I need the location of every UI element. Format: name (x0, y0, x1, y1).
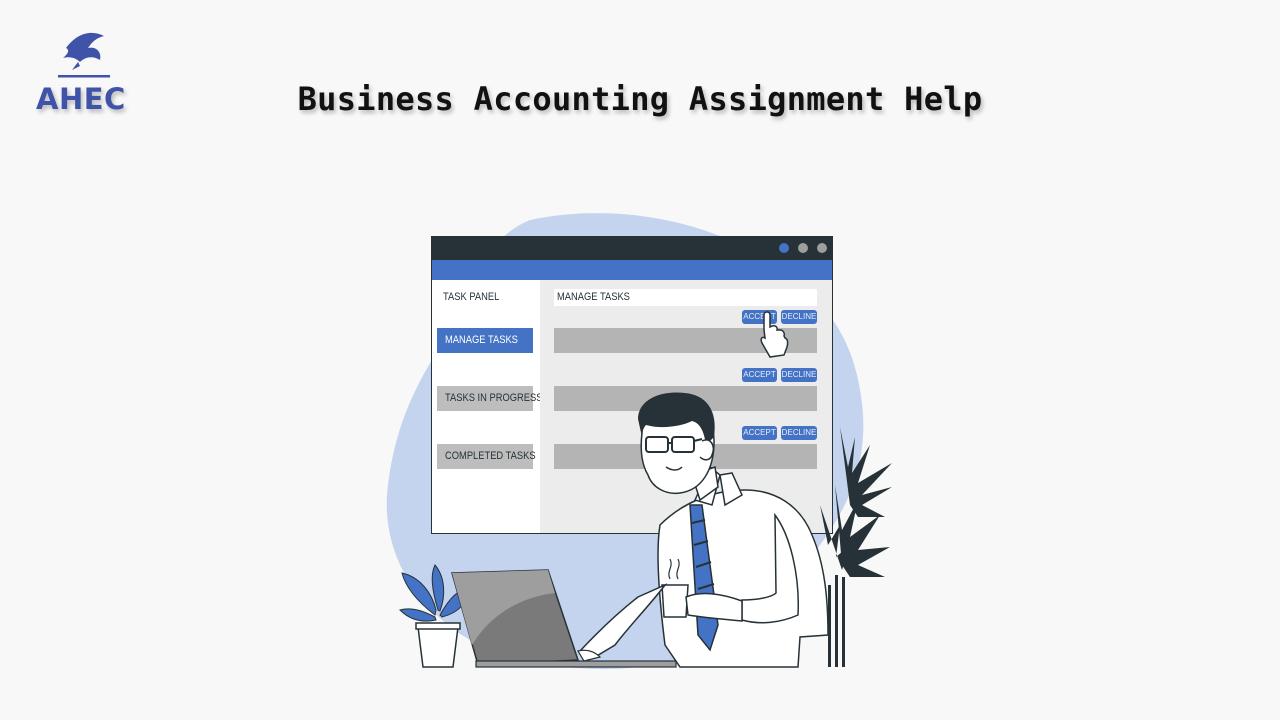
swallow-bird-icon (58, 32, 110, 78)
foreground-art (399, 311, 892, 668)
hand-cursor-icon (760, 311, 789, 358)
laptop-icon (451, 569, 677, 668)
page-title: Business Accounting Assignment Help (297, 80, 983, 118)
task-panel-illustration: TASK PANEL MANAGE TASKS TASKS IN PROGRES… (380, 205, 910, 675)
man-figure (578, 392, 829, 668)
palm-plant-icon (820, 427, 892, 667)
